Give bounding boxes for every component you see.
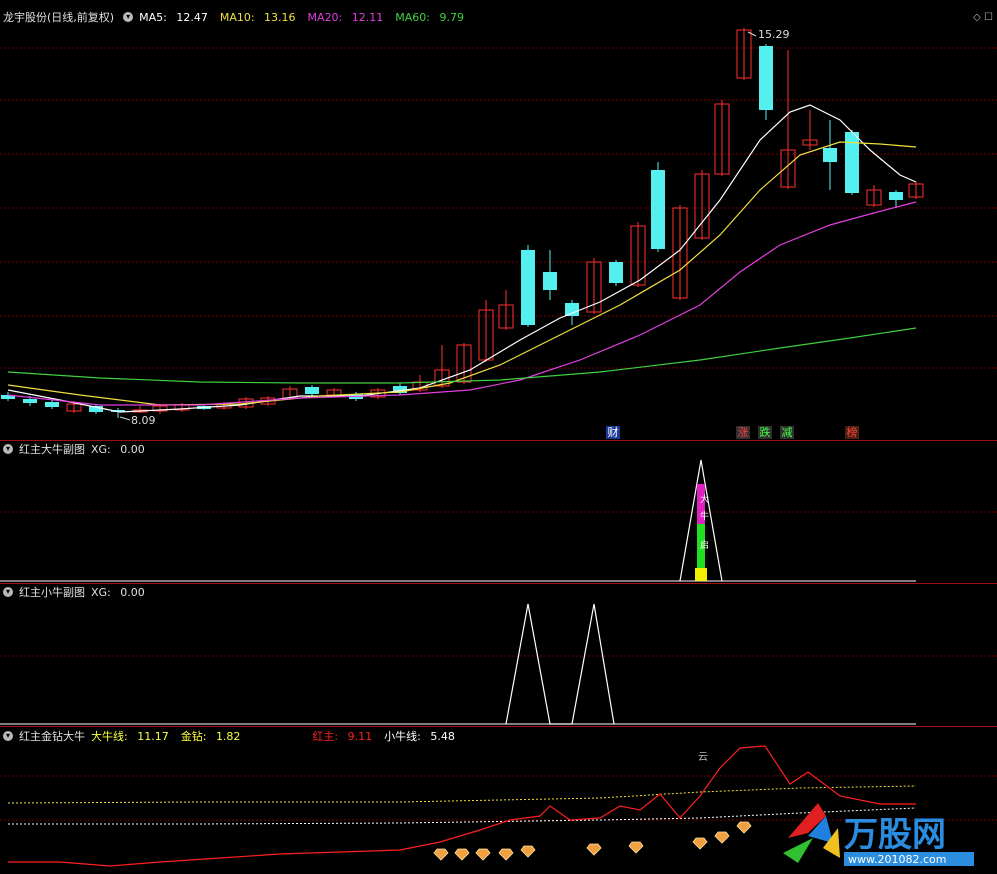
daniu-bar-text: 大 牛 启 xyxy=(700,492,710,555)
bar-segment-yellow xyxy=(695,568,707,581)
panel-divider[interactable] xyxy=(0,726,997,727)
candle-body-down xyxy=(521,250,535,325)
diamond-icon xyxy=(498,848,514,861)
ma60-line xyxy=(7,327,917,384)
candle-body-down xyxy=(565,303,579,316)
candle-body-down xyxy=(845,132,859,193)
ma10-value: 13.16 xyxy=(264,10,296,24)
diamond-icon xyxy=(433,848,449,861)
bar-char: 启 xyxy=(700,541,710,551)
watermark-logo: 万股网 www.201082.com xyxy=(778,798,993,870)
candle-body-down xyxy=(543,272,557,290)
xiaoniu-signal xyxy=(505,603,615,725)
diamond-icon xyxy=(628,841,644,854)
dropdown-icon[interactable]: ▾ xyxy=(3,731,13,741)
ma60-label: MA60: xyxy=(395,10,430,24)
watermark-url: www.201082.com xyxy=(848,853,946,866)
ma5-label: MA5: xyxy=(139,10,167,24)
panel3-title[interactable]: 红主小牛副图 xyxy=(19,584,85,600)
bar-char: 大 xyxy=(700,495,710,505)
candle-body-down xyxy=(759,46,773,110)
dropdown-icon[interactable]: ▾ xyxy=(3,587,13,597)
dropdown-icon[interactable]: ▾ xyxy=(3,444,13,454)
ma20-label: MA20: xyxy=(307,10,343,24)
panel4-header: ▾ 红主金钻大牛 大牛线: 11.17 金钻: 1.82 红主: 9.11 小牛… xyxy=(0,728,467,744)
xg-value: 0.00 xyxy=(120,585,145,599)
panel2-title[interactable]: 红主大牛副图 xyxy=(19,441,85,457)
candle-body-down xyxy=(823,148,837,162)
xiaoniu-label: 小牛线: xyxy=(384,730,421,743)
ma10-label: MA10: xyxy=(219,10,255,24)
diamond-icon xyxy=(586,843,602,856)
diamond-icon xyxy=(736,821,752,834)
panel-controls[interactable]: ◇ ☐ xyxy=(973,12,993,23)
event-tag-bang[interactable]: 榜 xyxy=(845,426,859,439)
event-tag-jian[interactable]: 减 xyxy=(780,426,794,439)
stock-name[interactable]: 龙宇股份(日线,前复权) xyxy=(3,9,114,25)
ma60-value: 9.79 xyxy=(439,10,464,24)
event-tag-cai[interactable]: 财 xyxy=(606,426,620,439)
jinzuan-label: 金钻: xyxy=(180,730,207,743)
diamond-icon xyxy=(454,848,470,861)
watermark-text: 万股网 xyxy=(844,815,946,855)
xiaoniu-value: 5.48 xyxy=(430,730,455,743)
hongzhu-label: 红主: xyxy=(312,730,339,743)
ma5-line xyxy=(7,104,917,413)
daniu-label: 大牛线: xyxy=(91,730,128,743)
event-tag-die[interactable]: 跌 xyxy=(758,426,772,439)
candle-body-down xyxy=(609,262,623,283)
ma5-value: 12.47 xyxy=(176,10,208,24)
xg-label: XG: xyxy=(91,585,111,599)
high-price-label: 15.29 xyxy=(758,28,790,41)
low-pointer xyxy=(119,416,131,421)
low-price-label: 8.09 xyxy=(131,414,156,427)
candle-body-down xyxy=(651,170,665,249)
diamond-icon xyxy=(475,848,491,861)
xg-label: XG: xyxy=(91,442,111,456)
high-pointer xyxy=(747,31,757,37)
main-panel-header: 龙宇股份(日线,前复权) ▾ MA5: 12.47 MA10: 13.16 MA… xyxy=(0,9,476,25)
hongzhu-value: 9.11 xyxy=(347,730,373,743)
event-tag-zhang[interactable]: 涨 xyxy=(736,426,750,439)
panel2-header: ▾ 红主大牛副图 XG: 0.00 xyxy=(0,441,157,457)
daniu-value: 11.17 xyxy=(137,730,169,743)
ma20-value: 12.11 xyxy=(351,10,384,24)
candle-body-down xyxy=(305,387,319,394)
cloud-marker: 云 xyxy=(698,752,708,763)
candle-body-down xyxy=(889,192,903,200)
bar-char: 牛 xyxy=(700,512,710,522)
jinzuan-value: 1.82 xyxy=(215,730,241,743)
xg-value: 0.00 xyxy=(120,442,145,456)
diamond-icon xyxy=(692,837,708,850)
diamond-icon xyxy=(520,845,536,858)
candle-body-down xyxy=(45,402,59,407)
panel3-header: ▾ 红主小牛副图 XG: 0.00 xyxy=(0,584,157,600)
panel4-title[interactable]: 红主金钻大牛 xyxy=(19,728,85,744)
diamond-icon xyxy=(714,831,730,844)
candle-body-down xyxy=(23,399,37,403)
ma10-line xyxy=(7,141,917,406)
ma20-line xyxy=(7,201,917,406)
dropdown-icon[interactable]: ▾ xyxy=(123,12,134,22)
